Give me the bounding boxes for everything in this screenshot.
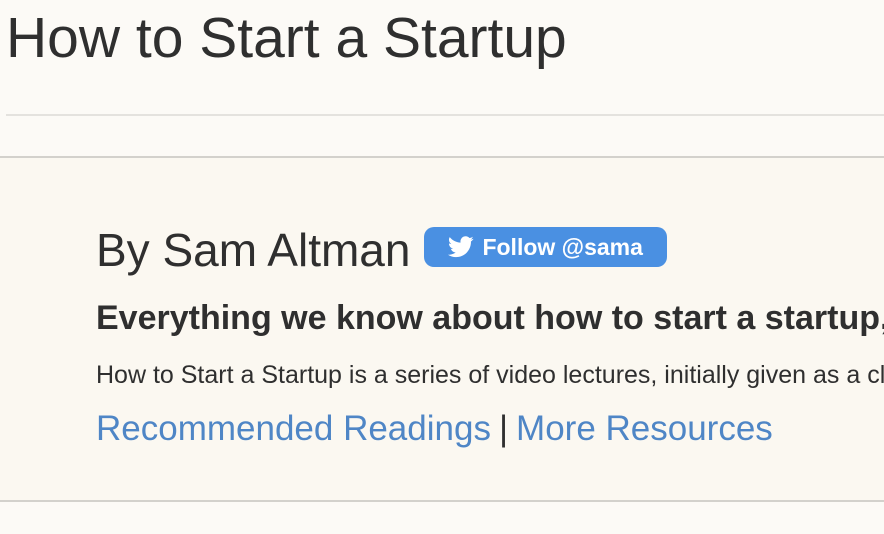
more-resources-link[interactable]: More Resources [516,409,773,448]
page: How to Start a Startup By Sam Altman Fol… [0,0,884,534]
tagline: Everything we know about how to start a … [96,299,884,337]
twitter-follow-button[interactable]: Follow @sama [424,227,667,267]
follow-button-label: Follow @sama [482,233,643,260]
page-title: How to Start a Startup [6,6,567,70]
recommended-readings-link[interactable]: Recommended Readings [96,409,491,448]
link-separator: | [498,409,509,448]
byline: By Sam Altman Follow @sama [96,222,667,278]
resource-links: Recommended Readings | More Resources [96,406,773,452]
description: How to Start a Startup is a series of vi… [96,361,884,389]
twitter-bird-icon [448,236,475,258]
author-name: By Sam Altman [96,224,411,276]
title-divider [6,114,884,116]
